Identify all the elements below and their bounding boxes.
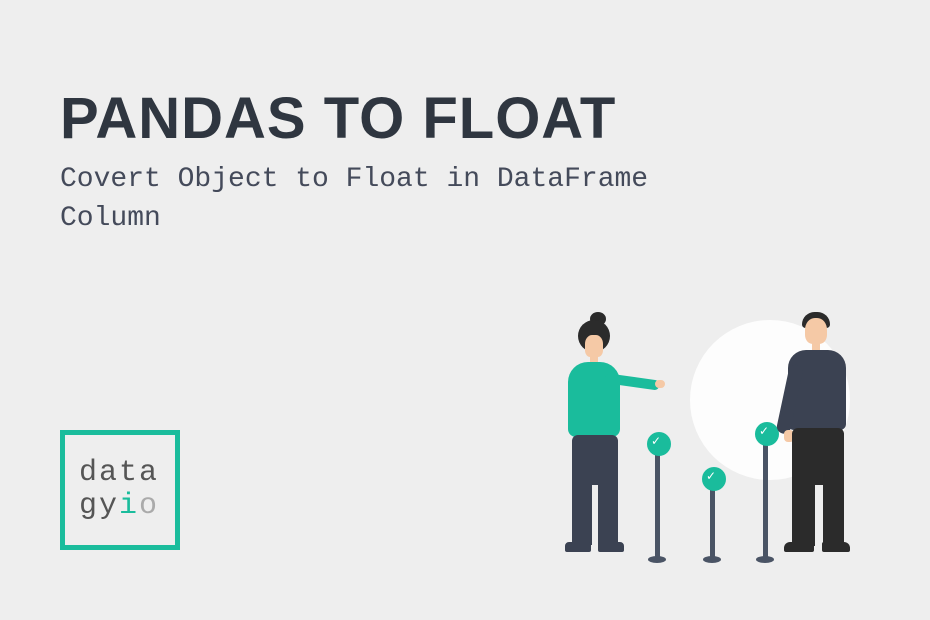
person-illustration-left	[530, 320, 650, 570]
hero-illustration	[510, 290, 870, 580]
page-title: PANDAS TO FLOAT	[60, 85, 616, 152]
datagy-logo: data gyio	[60, 430, 180, 550]
page-subtitle: Covert Object to Float in DataFrame Colu…	[60, 160, 660, 238]
checkmark-marker-icon	[710, 485, 715, 560]
logo-text-line1: data	[79, 457, 159, 490]
logo-text-line2: gyio	[79, 490, 159, 523]
checkmark-marker-icon	[655, 450, 660, 560]
person-illustration-right	[760, 310, 880, 570]
